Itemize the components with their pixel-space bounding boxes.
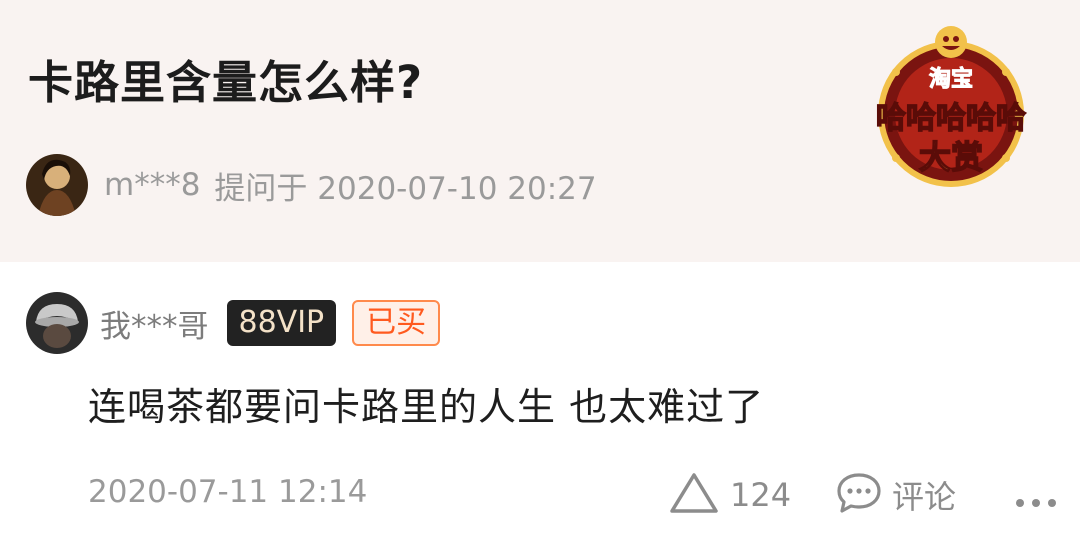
- answer-text: 连喝茶都要问卡路里的人生 也太难过了: [88, 385, 765, 429]
- answerer-name[interactable]: 我***哥: [100, 301, 209, 346]
- asker-row: m***8 提问于 2020-07-10 20:27: [26, 154, 597, 216]
- like-button[interactable]: 124: [668, 470, 791, 520]
- vip-badge: 88VIP: [226, 300, 337, 346]
- question-title: 卡路里含量怎么样?: [28, 56, 424, 109]
- taobao-haha-logo: 淘宝 哈哈哈哈哈 大赏: [856, 22, 1046, 192]
- more-button[interactable]: [1012, 480, 1060, 530]
- bought-badge: 已买: [352, 300, 441, 346]
- answerer-avatar[interactable]: [26, 292, 88, 354]
- answer-date: 2020-07-11 12:14: [88, 474, 368, 510]
- comment-button[interactable]: 评论: [836, 470, 956, 520]
- answer-author-row: 我***哥 88VIP 已买: [26, 292, 441, 354]
- comment-bubble-icon: [836, 471, 882, 519]
- logo-text-bottom: 大赏: [919, 138, 983, 176]
- asker-name[interactable]: m***8: [104, 167, 200, 203]
- logo-text-top: 淘宝: [929, 66, 973, 92]
- more-dots-icon: [1012, 488, 1060, 522]
- comment-label: 评论: [892, 478, 957, 516]
- triangle-up-icon: [668, 471, 720, 519]
- like-count: 124: [730, 476, 792, 514]
- asker-avatar[interactable]: [26, 154, 88, 216]
- asker-timestamp: 提问于 2020-07-10 20:27: [214, 170, 597, 207]
- logo-text-middle: 哈哈哈哈哈: [876, 101, 1026, 136]
- question-header: 卡路里含量怎么样? m***8 提问于 2020-07-10 20:27 淘宝 …: [0, 0, 1080, 262]
